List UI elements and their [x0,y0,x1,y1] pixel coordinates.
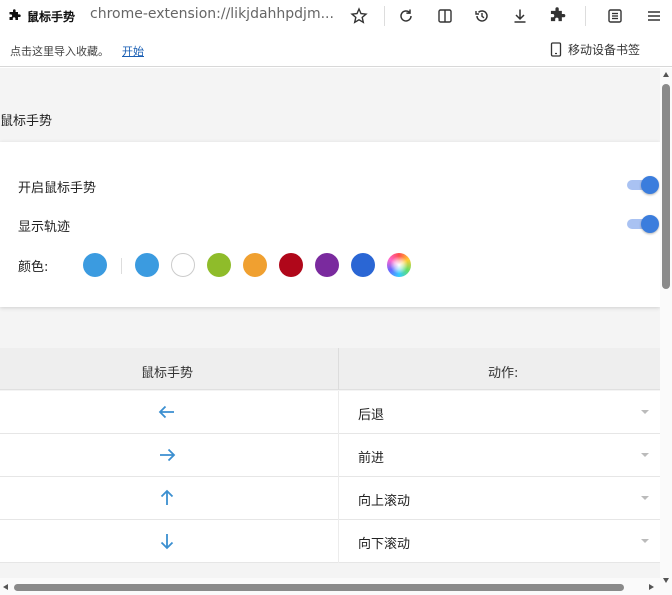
show-trail-label: 显示轨迹 [18,220,71,235]
color-swatch-red[interactable] [279,253,303,277]
action-column-header: 动作: [488,366,519,381]
table-row: 向下滚动 [0,520,660,563]
color-swatch-white[interactable] [171,253,195,277]
reload-icon[interactable] [395,5,417,27]
scroll-down-icon[interactable] [663,578,669,583]
chevron-down-icon[interactable] [641,453,649,457]
table-row: 后退 [0,391,660,434]
action-select-value[interactable]: 向下滚动 [358,533,410,552]
scroll-left-icon[interactable] [3,584,8,590]
menu-icon[interactable] [643,5,665,27]
reader-icon[interactable] [604,5,626,27]
table-header: 鼠标手势 动作: [0,348,660,390]
mobile-bookmarks-label: 移动设备书签 [568,43,641,57]
color-swatch-orange[interactable] [243,253,267,277]
chevron-down-icon[interactable] [641,539,649,543]
table-row: 前进 [0,434,660,477]
puzzle-icon [9,9,21,20]
vertical-scroll-thumb[interactable] [662,84,670,289]
enable-gesture-toggle[interactable] [627,176,659,194]
mobile-bookmarks-button[interactable]: 移动设备书签 [550,41,640,58]
import-prompt: 点击这里导入收藏。 [10,45,109,58]
browser-toolbar: 鼠标手势 chrome-extension://likjdahhpdjm... [0,0,672,32]
table-row: 向上滚动 [0,477,660,520]
color-swatch-custom[interactable] [387,253,411,277]
horizontal-scrollbar[interactable] [0,578,672,595]
swatch-divider [121,258,122,274]
color-swatch-purple[interactable] [315,253,339,277]
left-arrow-icon [158,405,174,419]
bookmarks-bar: 点击这里导入收藏。 开始 移动设备书签 [0,32,672,67]
gesture-column-header: 鼠标手势 [141,366,194,381]
vertical-scrollbar[interactable] [660,68,672,578]
color-label: 颜色: [18,260,49,275]
extensions-icon[interactable] [547,5,569,27]
history-icon[interactable] [471,5,493,27]
section-title: 鼠标手势 [0,114,53,129]
split-icon[interactable] [434,5,456,27]
chevron-down-icon[interactable] [641,496,649,500]
toolbar-divider [384,6,385,26]
color-swatch-dark-blue[interactable] [351,253,375,277]
start-link[interactable]: 开始 [122,43,144,59]
color-swatch-green[interactable] [207,253,231,277]
color-swatch-blue[interactable] [135,253,159,277]
action-select-value[interactable]: 后退 [358,404,384,423]
settings-card: 开启鼠标手势 显示轨迹 颜色: [0,142,660,307]
star-icon[interactable] [348,5,370,27]
address-bar[interactable]: chrome-extension://likjdahhpdjm... [90,6,340,22]
mobile-device-icon [550,42,562,57]
action-select-value[interactable]: 向上滚动 [358,490,410,509]
download-icon[interactable] [509,5,531,27]
scroll-up-icon[interactable] [663,72,669,77]
show-trail-toggle[interactable] [627,215,659,233]
current-color-swatch[interactable] [83,253,107,277]
down-arrow-icon [160,534,174,550]
up-arrow-icon [160,489,174,505]
horizontal-scroll-thumb[interactable] [14,584,624,591]
tab-title[interactable]: 鼠标手势 [27,8,75,25]
action-select-value[interactable]: 前进 [358,447,384,466]
enable-gesture-label: 开启鼠标手势 [18,181,97,196]
scroll-right-icon[interactable] [649,584,654,590]
toolbar-divider [585,6,586,26]
chevron-down-icon[interactable] [641,410,649,414]
settings-page: 鼠标手势 开启鼠标手势 显示轨迹 颜色: 鼠标手势 动作: 后退 前进 向上滚动… [0,68,660,578]
right-arrow-icon [160,448,176,462]
